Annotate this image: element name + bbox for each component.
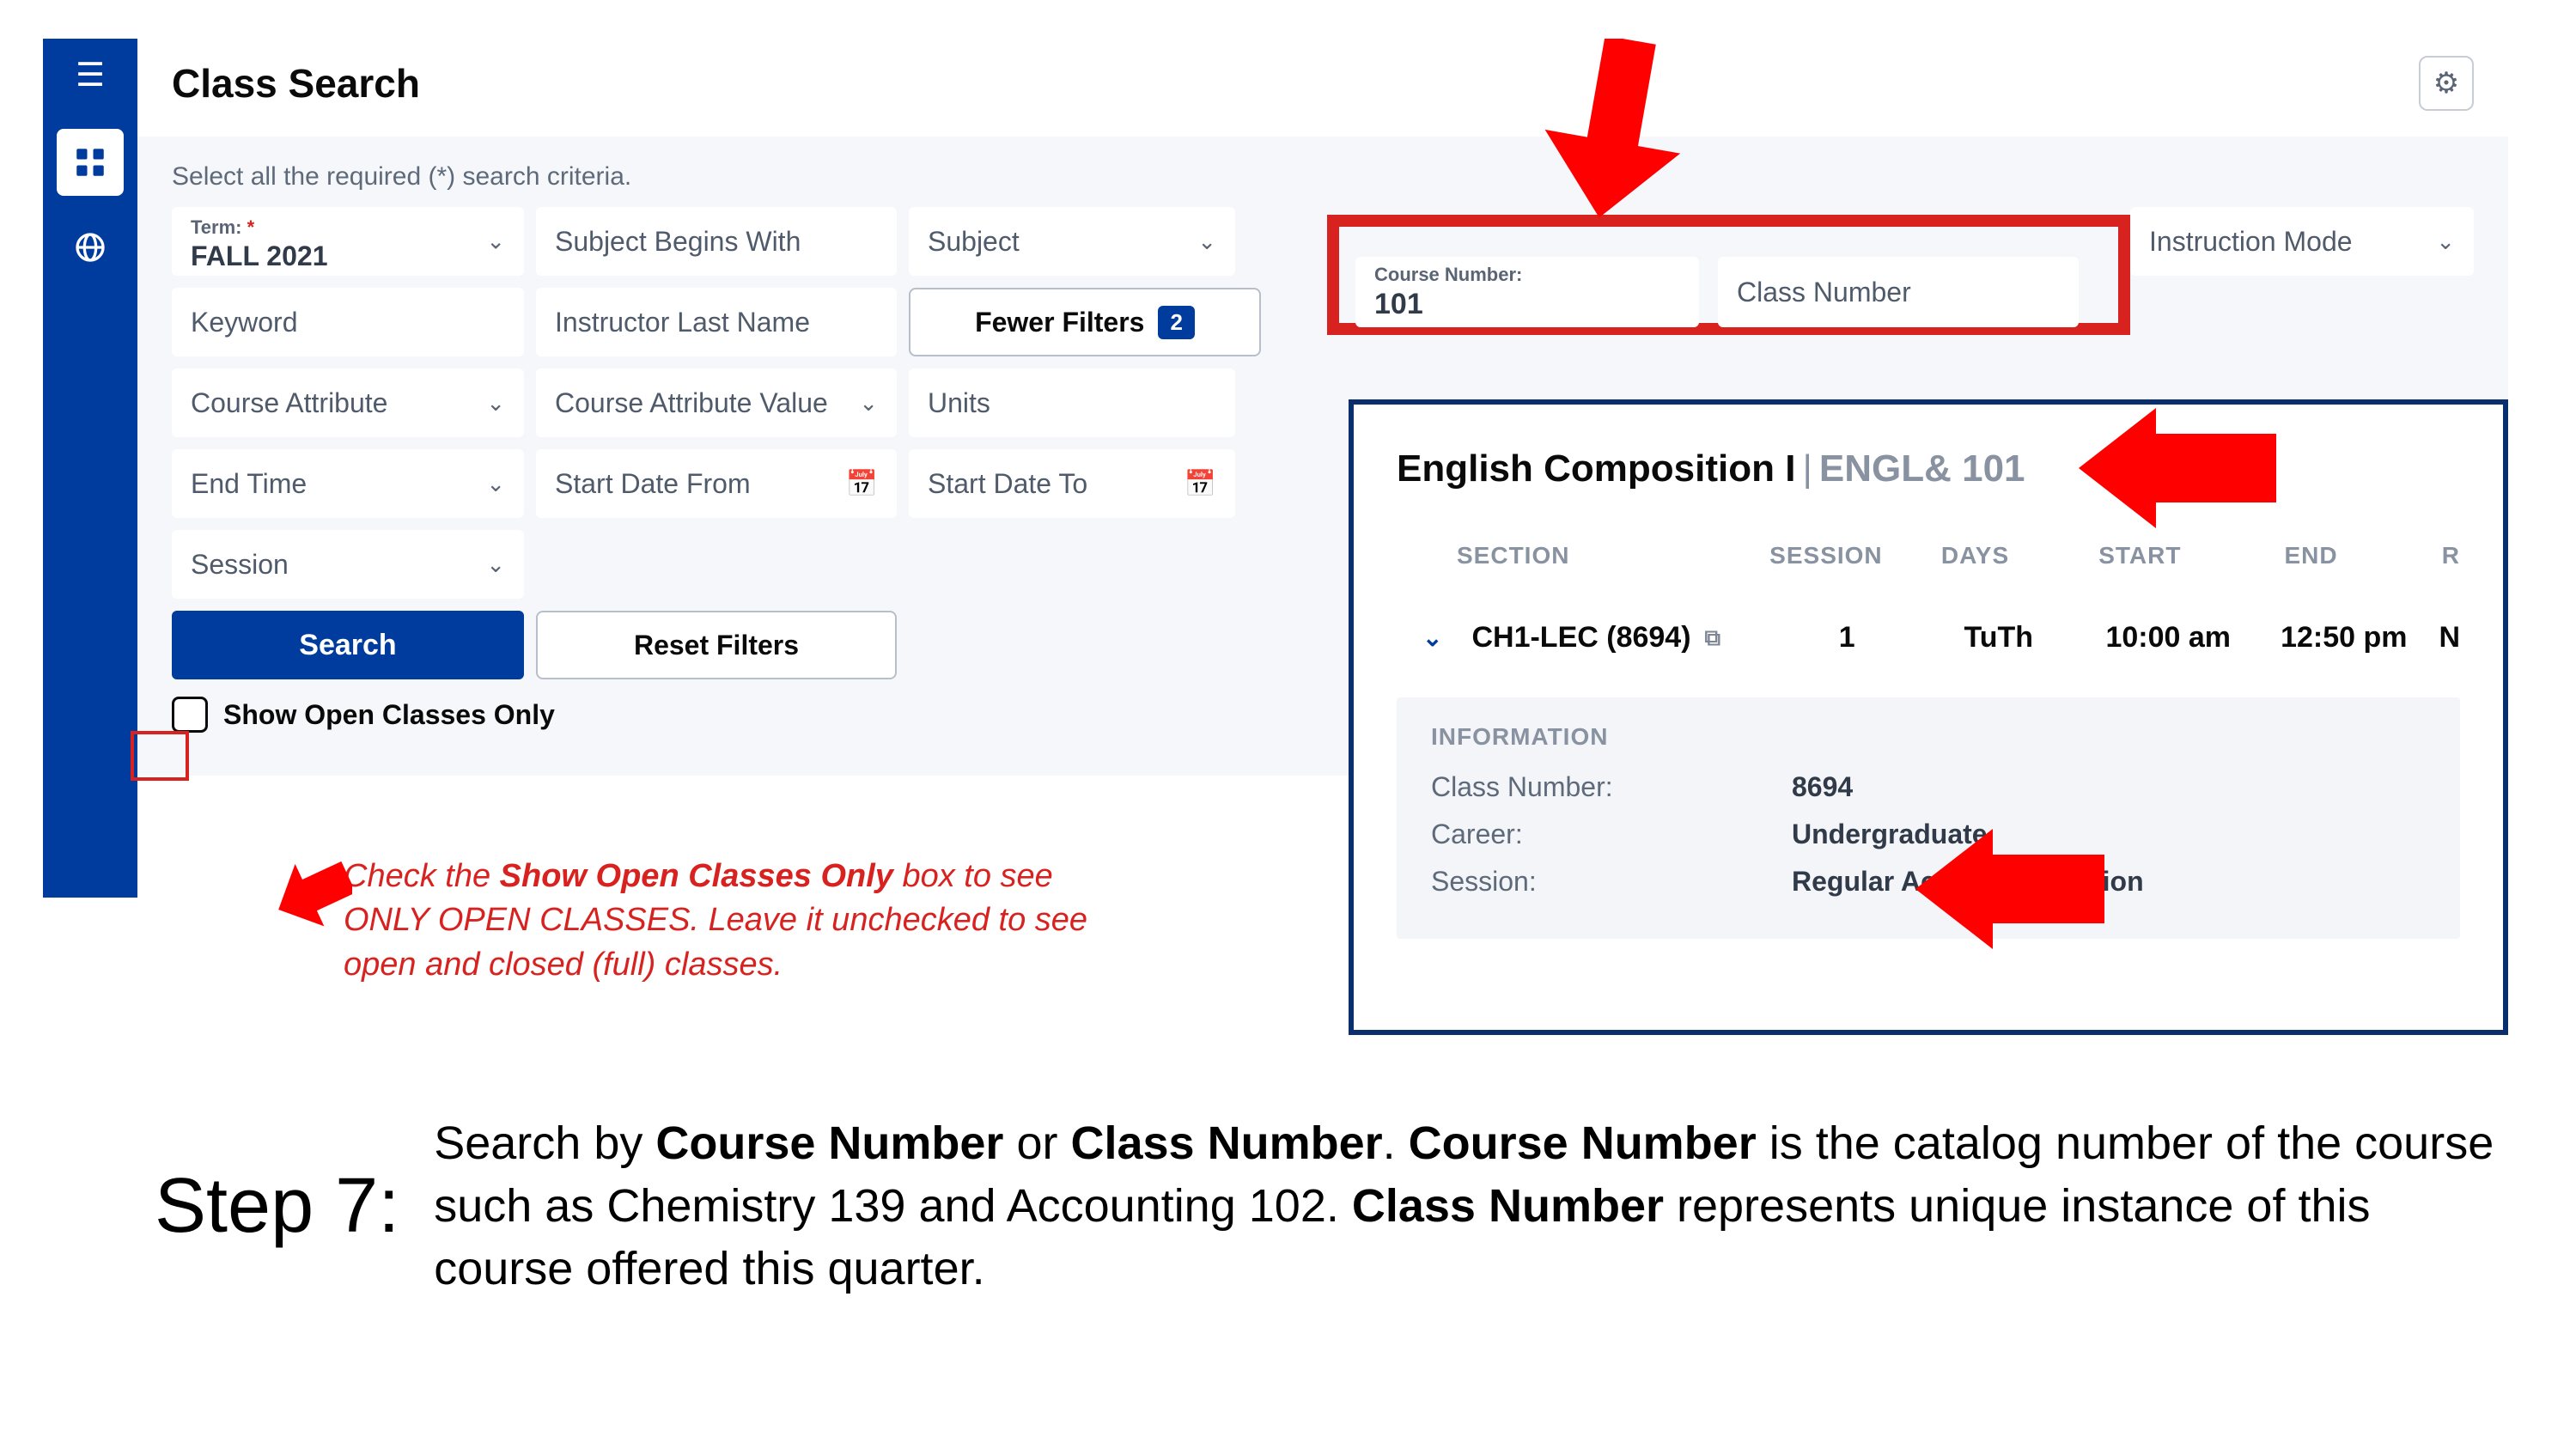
chevron-down-icon: ⌄ [486, 390, 505, 417]
subject-select[interactable]: Subject ⌄ [909, 207, 1235, 276]
keyword-input[interactable]: Keyword [172, 288, 524, 356]
units-input[interactable]: Units [909, 368, 1235, 437]
search-button[interactable]: Search [172, 611, 524, 679]
annotation-arrow-icon [275, 859, 352, 928]
reset-filters-button[interactable]: Reset Filters [536, 611, 897, 679]
copy-icon[interactable]: ⧉ [1705, 624, 1721, 652]
calendar-icon: 📅 [1184, 469, 1216, 499]
instructor-last-name-input[interactable]: Instructor Last Name [536, 288, 897, 356]
page-title: Class Search [172, 60, 420, 107]
globe-icon[interactable] [73, 230, 107, 273]
criteria-label: Select all the required (*) search crite… [172, 162, 2474, 192]
open-classes-only-label: Show Open Classes Only [223, 699, 555, 731]
class-number-input[interactable]: Class Number [1718, 257, 2079, 327]
step-number: Step 7: [155, 1162, 399, 1251]
annotation-highlight-box [131, 731, 189, 781]
session-select[interactable]: Session⌄ [172, 530, 524, 599]
course-attribute-select[interactable]: Course Attribute⌄ [172, 368, 524, 437]
filter-count-badge: 2 [1158, 306, 1194, 339]
course-number-input[interactable]: Course Number: 101 [1355, 257, 1699, 327]
start-date-to-input[interactable]: Start Date To📅 [909, 449, 1235, 518]
detail-table-row[interactable]: ⌄ CH1-LEC (8694) ⧉ 1 TuTh 10:00 am 12:50… [1397, 621, 2460, 654]
annotation-arrow-icon [1915, 829, 2104, 949]
header: Class Search ⚙ [137, 39, 2508, 137]
hamburger-icon[interactable]: ☰ [76, 56, 105, 94]
annotation-arrow-icon [2079, 408, 2276, 528]
dashboard-tile-icon[interactable] [57, 129, 124, 196]
detail-table-header: SECTION SESSION DAYS START END R [1397, 542, 2460, 569]
left-rail: ☰ [43, 39, 137, 898]
annotation-arrow-icon [1538, 39, 1692, 219]
step-caption: Step 7: Search by Course Number or Class… [155, 1112, 2517, 1300]
course-attribute-value-select[interactable]: Course Attribute Value⌄ [536, 368, 897, 437]
subject-begins-input[interactable]: Subject Begins With [536, 207, 897, 276]
chevron-down-icon: ⌄ [2436, 228, 2455, 255]
chevron-down-icon: ⌄ [486, 551, 505, 578]
settings-button[interactable]: ⚙ [2419, 56, 2474, 111]
chevron-down-icon: ⌄ [859, 390, 878, 417]
calendar-icon: 📅 [846, 469, 878, 499]
class-detail-title: English Composition I|ENGL& 101 [1397, 447, 2460, 490]
chevron-down-icon: ⌄ [486, 471, 505, 497]
chevron-down-icon: ⌄ [1422, 624, 1442, 652]
open-classes-only-checkbox[interactable] [172, 697, 208, 733]
instruction-mode-select[interactable]: Instruction Mode ⌄ [2130, 207, 2474, 276]
annotation-open-classes-note: Check the Show Open Classes Only box to … [344, 855, 1288, 987]
gear-icon: ⚙ [2433, 66, 2459, 100]
chevron-down-icon: ⌄ [1197, 228, 1216, 255]
end-time-select[interactable]: End Time⌄ [172, 449, 524, 518]
term-select[interactable]: Term: * FALL 2021 ⌄ [172, 207, 524, 276]
step-text: Search by Course Number or Class Number.… [434, 1112, 2517, 1300]
chevron-down-icon: ⌄ [486, 228, 505, 255]
fewer-filters-button[interactable]: Fewer Filters 2 [909, 288, 1261, 356]
start-date-from-input[interactable]: Start Date From📅 [536, 449, 897, 518]
